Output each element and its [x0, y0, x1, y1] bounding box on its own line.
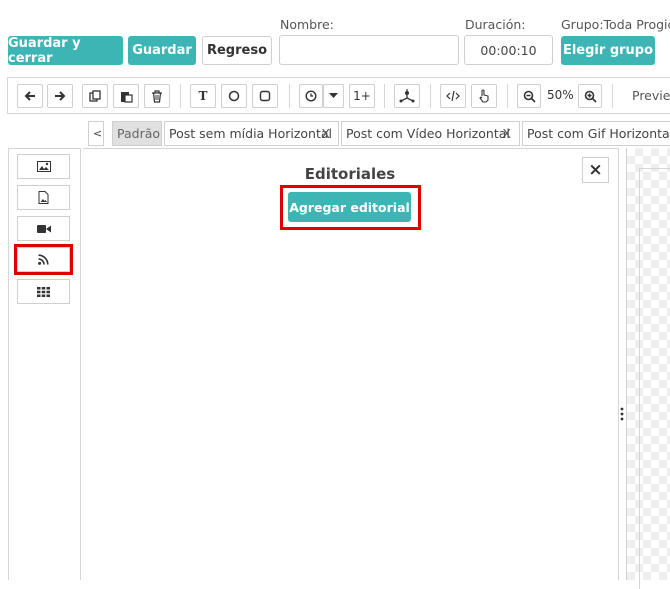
panel-title: Editoriales — [304, 165, 396, 183]
preview-button[interactable]: Preview — [632, 88, 670, 103]
arrow-left-icon[interactable] — [17, 84, 43, 108]
circle-icon[interactable] — [221, 84, 247, 108]
toolbar-divider — [289, 84, 290, 108]
add-editorial-highlight-box — [280, 185, 421, 230]
sidebar-grid-button[interactable] — [17, 279, 70, 304]
tab-post-com-gif[interactable]: Post com Gif Horizontal — [522, 121, 670, 146]
drag-handle-icon — [620, 407, 624, 421]
zoom-out-icon[interactable] — [517, 84, 541, 108]
name-input[interactable] — [279, 35, 459, 65]
duplicate-icon[interactable] — [82, 84, 108, 108]
sidebar — [8, 148, 81, 580]
tab-label: Post com Vídeo Horizontal — [346, 126, 510, 141]
toolbar-divider — [384, 84, 385, 108]
toolbar-divider — [612, 84, 613, 108]
tab-close-icon[interactable]: X — [321, 126, 330, 141]
canvas-area[interactable] — [626, 148, 670, 589]
save-and-close-button[interactable]: Guardar y cerrar — [8, 36, 123, 66]
tab-post-com-video[interactable]: Post com Vídeo Horizontal X — [341, 121, 520, 146]
toolbar-divider — [430, 84, 431, 108]
code-icon[interactable] — [440, 84, 466, 108]
save-button[interactable]: Guardar — [128, 36, 196, 65]
sidebar-image-button[interactable] — [17, 154, 70, 179]
toolbar-divider — [180, 84, 181, 108]
group-label: Grupo:Toda Progic — [561, 17, 670, 32]
sidebar-file-image-button[interactable] — [17, 185, 70, 210]
arrow-right-icon[interactable] — [47, 84, 73, 108]
panel-close-button[interactable]: × — [582, 157, 609, 183]
trash-icon[interactable] — [144, 84, 170, 108]
clock-icon[interactable] — [299, 84, 323, 108]
tabs-collapse-button[interactable]: < — [88, 121, 104, 146]
file-image-icon — [38, 191, 49, 204]
rss-highlight-box — [14, 244, 73, 275]
zoom-in-icon[interactable] — [578, 84, 602, 108]
toolbar-divider — [507, 84, 508, 108]
tab-label: Padrão — [117, 126, 161, 141]
text-tool-button[interactable]: T — [190, 84, 216, 108]
zoom-level: 50% — [547, 88, 574, 102]
duration-input[interactable]: 00:00:10 — [464, 35, 553, 65]
video-camera-icon — [36, 224, 51, 233]
hand-pointer-icon[interactable] — [471, 84, 497, 108]
tab-label: Post com Gif Horizontal — [527, 126, 670, 141]
hierarchy-icon[interactable] — [394, 84, 420, 108]
choose-group-button[interactable]: Elegir grupo — [561, 36, 655, 65]
sidebar-video-button[interactable] — [17, 216, 70, 241]
image-icon — [36, 161, 51, 172]
canvas-frame — [639, 168, 670, 589]
back-button[interactable]: Regreso — [202, 36, 272, 65]
square-icon[interactable] — [252, 84, 278, 108]
tab-post-sem-midia[interactable]: Post sem mídia Horizontal X — [164, 121, 339, 146]
name-label: Nombre: — [280, 17, 334, 32]
grid-icon — [37, 286, 50, 297]
paste-icon[interactable] — [113, 84, 139, 108]
counter-button[interactable]: 1+ — [349, 84, 375, 108]
tab-padrao[interactable]: Padrão — [112, 121, 162, 146]
tab-label: Post sem mídia Horizontal — [169, 126, 332, 141]
caret-down-icon[interactable] — [323, 84, 344, 108]
tab-close-icon[interactable]: X — [502, 126, 511, 141]
duration-label: Duración: — [465, 17, 526, 32]
